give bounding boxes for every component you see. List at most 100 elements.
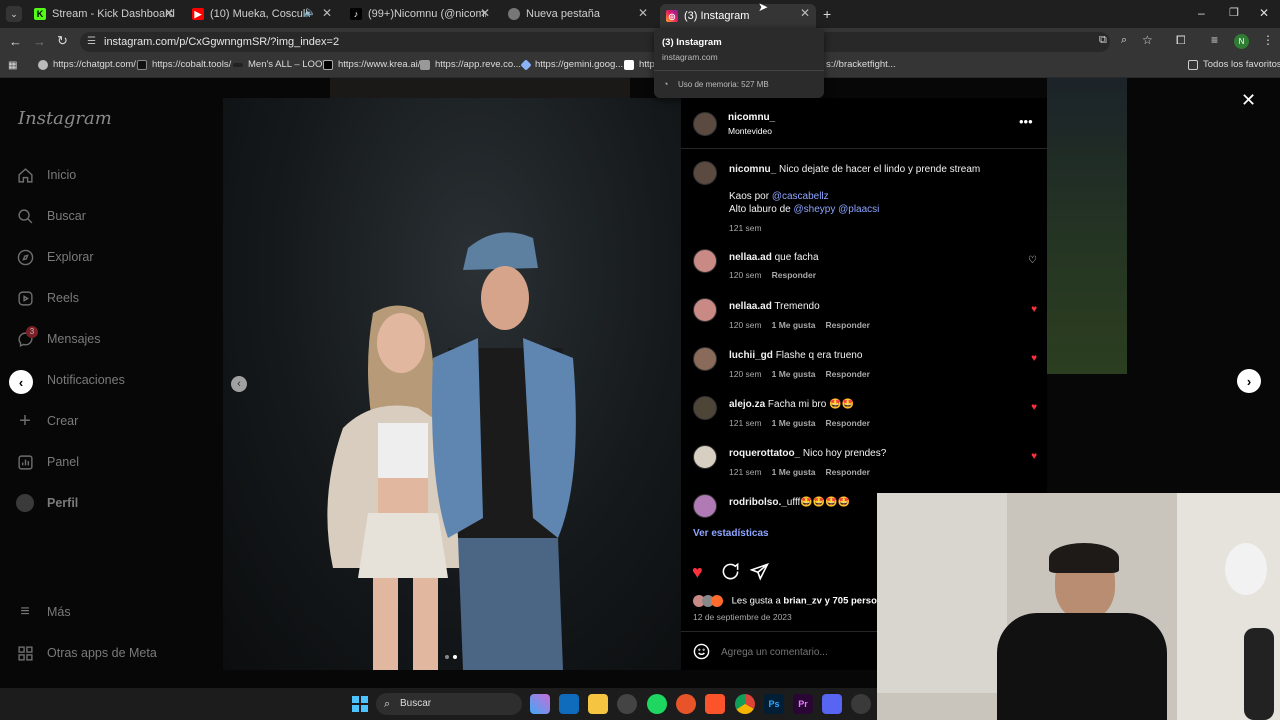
commenter-username[interactable]: alejo.za (729, 399, 765, 410)
nav-meta-apps[interactable]: Otras apps de Meta (16, 643, 157, 663)
previous-post-button[interactable]: ‹ (9, 370, 33, 394)
browser-menu-icon[interactable]: ⋮ (1262, 33, 1274, 47)
nav-explore[interactable]: Explorar (16, 247, 94, 267)
bookmark-krea[interactable]: https://www.krea.ai/ (323, 59, 420, 70)
tab-instagram[interactable]: ◎ (3) Instagram ✕ (660, 4, 816, 28)
instagram-logo[interactable]: Instagram (18, 108, 112, 129)
app-icon[interactable] (617, 694, 637, 714)
commenter-avatar[interactable] (693, 445, 717, 469)
nav-more[interactable]: ≡ Más (16, 602, 70, 622)
tab-tiktok[interactable]: ♪ (99+)Nicomnu (@nicomnu) | Ti ✕ (344, 4, 496, 24)
zoom-icon[interactable]: ⌕ (1121, 34, 1127, 47)
commenter-username[interactable]: roquerottatoo_ (729, 448, 800, 459)
mention-link[interactable]: @sheypy (794, 204, 836, 215)
media-control-icon[interactable]: ≡ (1211, 33, 1218, 47)
commenter-username[interactable]: rodribolso._ (729, 497, 787, 508)
mention-link[interactable]: @plaacsi (838, 204, 879, 215)
extensions-icon[interactable]: ⧠ (1176, 33, 1186, 48)
commenter-avatar[interactable] (693, 347, 717, 371)
premiere-icon[interactable]: Pr (793, 694, 813, 714)
liked-comment-icon[interactable]: ♥ (1031, 304, 1037, 315)
next-post-button[interactable]: › (1237, 369, 1261, 393)
commenter-avatar[interactable] (693, 249, 717, 273)
post-location[interactable]: Montevideo (728, 126, 772, 136)
reply-link[interactable]: Responder (826, 320, 870, 330)
site-info-icon[interactable]: ☰ (87, 32, 96, 52)
copilot-icon[interactable] (530, 694, 550, 714)
forward-icon[interactable]: → (33, 34, 46, 49)
liked-comment-icon[interactable]: ♥ (1031, 402, 1037, 413)
reload-icon[interactable]: ↻ (57, 33, 68, 49)
commenter-username[interactable]: luchii_gd (729, 350, 773, 361)
caption-avatar[interactable] (693, 161, 717, 185)
all-bookmarks[interactable]: Todos los favoritos (1188, 59, 1280, 70)
speaker-icon[interactable]: 🔈 (304, 7, 316, 18)
carousel-prev-button[interactable]: ‹ (231, 376, 247, 392)
commenter-avatar[interactable] (693, 494, 717, 518)
taskbar-search[interactable]: ⌕ Buscar (376, 693, 522, 715)
bookmark-star-icon[interactable]: ☆ (1142, 33, 1153, 47)
reply-link[interactable]: Responder (826, 467, 870, 477)
bookmark-gemini[interactable]: https://gemini.goog... (520, 58, 623, 71)
liker-username[interactable]: brian_zv (783, 596, 822, 607)
mention-link[interactable]: @cascabellz (772, 191, 829, 202)
discord-icon[interactable] (822, 694, 842, 714)
post-photo[interactable]: ‹ (223, 98, 681, 670)
reply-link[interactable]: Responder (826, 418, 870, 428)
reply-link[interactable]: Responder (826, 369, 870, 379)
liked-heart-icon[interactable]: ♥ (692, 562, 703, 583)
tab-list-chevron-icon[interactable]: ⌄ (6, 6, 22, 22)
comment-likes[interactable]: 1 Me gusta (772, 467, 816, 477)
bookmark-reve[interactable]: https://app.reve.co... (420, 59, 521, 70)
author-username[interactable]: nicomnu_ (728, 112, 775, 123)
back-icon[interactable]: ← (9, 34, 22, 49)
close-window-icon[interactable]: ✕ (1259, 6, 1269, 20)
commenter-avatar[interactable] (693, 298, 717, 322)
emoji-icon[interactable] (693, 643, 710, 665)
bookmark-chatgpt[interactable]: https://chatgpt.com/ (38, 59, 136, 70)
liked-comment-icon[interactable]: ♥ (1031, 451, 1037, 462)
author-avatar[interactable] (693, 112, 717, 136)
close-modal-icon[interactable]: ✕ (1241, 90, 1256, 111)
file-explorer-icon[interactable] (588, 694, 608, 714)
more-options-icon[interactable]: ••• (1019, 114, 1033, 129)
bookmark-partial[interactable]: http (624, 59, 655, 70)
tab-new-tab[interactable]: Nueva pestaña ✕ (502, 4, 654, 24)
commenter-avatar[interactable] (693, 396, 717, 420)
nav-reels[interactable]: Reels (16, 288, 79, 308)
apps-grid-icon[interactable]: ▦ (8, 60, 17, 71)
nav-search[interactable]: Buscar (16, 206, 86, 226)
comment-icon[interactable] (721, 562, 740, 586)
spotify-icon[interactable] (647, 694, 667, 714)
comment-likes[interactable]: 1 Me gusta (772, 369, 816, 379)
likes-count[interactable]: y 705 perso (822, 596, 877, 607)
bookmark-loot[interactable]: Men's ALL – LOOT (233, 59, 328, 70)
nav-create[interactable]: + Crear (16, 410, 78, 432)
chrome-icon[interactable] (735, 694, 755, 714)
commenter-username[interactable]: nellaa.ad (729, 301, 772, 312)
profile-avatar[interactable]: N (1234, 34, 1249, 49)
bookmark-cobalt[interactable]: https://cobalt.tools/ (137, 59, 231, 70)
nav-home[interactable]: Inicio (16, 165, 76, 185)
commenter-username[interactable]: nellaa.ad (729, 252, 772, 263)
bookmark-bracketfight[interactable]: s://bracketfight... (826, 59, 896, 70)
close-tab-icon[interactable]: ✕ (322, 6, 332, 20)
caption-username[interactable]: nicomnu_ (729, 164, 776, 175)
new-tab-icon[interactable]: + (823, 6, 831, 22)
tab-youtube[interactable]: ▶ (10) Mueka, Cosculluela - D 🔈 ✕ (186, 4, 338, 24)
close-tab-icon[interactable]: ✕ (480, 6, 490, 20)
install-app-icon[interactable]: ⧉ (1099, 34, 1107, 47)
brave-icon[interactable] (705, 694, 725, 714)
nav-messages[interactable]: 3 Mensajes (16, 326, 101, 349)
close-tab-icon[interactable]: ✕ (164, 6, 174, 20)
minimize-icon[interactable]: – (1198, 6, 1205, 20)
nav-profile[interactable]: Perfil (16, 493, 78, 513)
settings-icon[interactable] (851, 694, 871, 714)
windows-start-icon[interactable] (352, 696, 368, 712)
outlook-icon[interactable] (559, 694, 579, 714)
comment-likes[interactable]: 1 Me gusta (772, 320, 816, 330)
game-launcher-icon[interactable] (676, 694, 696, 714)
close-tab-icon[interactable]: ✕ (638, 6, 648, 20)
photoshop-icon[interactable]: Ps (764, 694, 784, 714)
tab-kick[interactable]: K Stream - Kick Dashboard ✕ (28, 4, 180, 24)
